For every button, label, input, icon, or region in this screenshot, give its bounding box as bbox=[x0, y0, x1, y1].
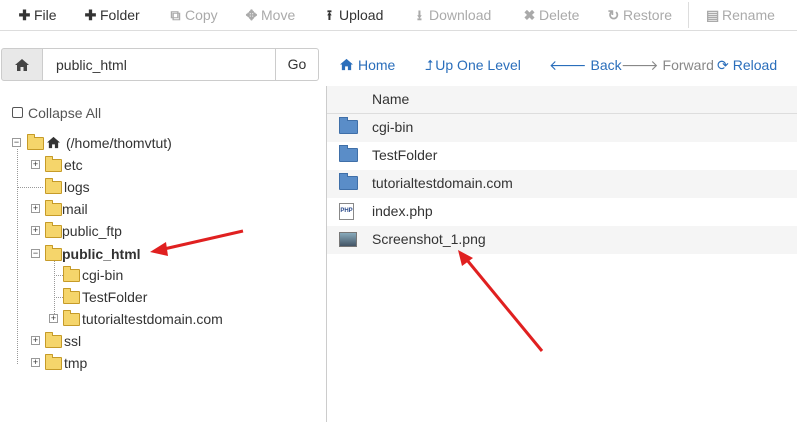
expand-toggle-icon[interactable]: + bbox=[31, 160, 40, 169]
rename-button[interactable]: ▤ Rename bbox=[706, 0, 775, 30]
restore-icon: ↻ bbox=[607, 7, 620, 23]
arrow-right-icon: 🡒 bbox=[621, 57, 659, 73]
expand-toggle-icon[interactable]: + bbox=[31, 204, 40, 213]
collapse-icon bbox=[12, 106, 23, 118]
new-folder-button[interactable]: ✚ Folder bbox=[84, 0, 140, 30]
collapse-toggle-icon[interactable]: − bbox=[12, 138, 21, 147]
folder-icon bbox=[45, 353, 65, 372]
tree-connector bbox=[54, 261, 55, 320]
file-row[interactable]: tutorialtestdomain.com bbox=[327, 170, 797, 198]
nav-forward-button[interactable]: 🡒 Forward bbox=[621, 56, 714, 74]
x-icon: ✖ bbox=[523, 7, 536, 23]
folder-icon bbox=[63, 309, 83, 328]
folder-icon bbox=[339, 173, 358, 190]
folder-icon bbox=[45, 155, 65, 174]
plus-icon: ✚ bbox=[84, 7, 97, 23]
annotation-arrow bbox=[458, 250, 544, 352]
file-row[interactable]: Screenshot_1.png bbox=[327, 226, 797, 254]
collapse-toggle-icon[interactable]: − bbox=[31, 249, 40, 258]
folder-icon bbox=[45, 331, 65, 350]
new-file-button[interactable]: ✚ File bbox=[18, 0, 57, 30]
file-list-header: Name bbox=[327, 86, 797, 114]
toolbar-divider bbox=[688, 2, 689, 28]
home-directory-button[interactable] bbox=[1, 48, 43, 81]
file-row[interactable]: cgi-bin bbox=[327, 114, 797, 142]
annotation-arrow bbox=[150, 229, 244, 256]
image-file-icon bbox=[339, 232, 357, 247]
copy-icon: ⧉ bbox=[170, 7, 181, 23]
home-icon bbox=[340, 58, 353, 71]
nav-up-one-level-button[interactable]: ⮥ Up One Level bbox=[425, 56, 521, 74]
upload-icon: ⭱ bbox=[327, 7, 332, 23]
expand-toggle-icon[interactable]: + bbox=[31, 358, 40, 367]
delete-button[interactable]: ✖ Delete bbox=[523, 0, 580, 30]
expand-toggle-icon[interactable]: + bbox=[31, 226, 40, 235]
tree-connector bbox=[54, 297, 63, 298]
download-icon: ⭳ bbox=[417, 7, 422, 23]
path-input[interactable] bbox=[43, 48, 276, 81]
name-column-header[interactable]: Name bbox=[372, 91, 409, 107]
move-icon: ✥ bbox=[245, 7, 258, 23]
collapse-all-button[interactable]: Collapse All bbox=[12, 104, 101, 122]
move-button[interactable]: ✥ Move bbox=[245, 0, 296, 30]
folder-icon bbox=[63, 265, 83, 284]
copy-button[interactable]: ⧉ Copy bbox=[169, 0, 218, 30]
tree-connector bbox=[17, 149, 18, 364]
folder-icon bbox=[45, 177, 65, 196]
folder-icon bbox=[339, 145, 358, 162]
expand-toggle-icon[interactable]: + bbox=[49, 314, 58, 323]
toolbar: ✚ File ✚ Folder ⧉ Copy ✥ Move ⭱ Upload ⭳ Downl… bbox=[0, 0, 797, 31]
tree-connector bbox=[17, 187, 43, 188]
expand-toggle-icon[interactable]: + bbox=[31, 336, 40, 345]
download-button[interactable]: ⭳ Download bbox=[413, 0, 491, 30]
upload-button[interactable]: ⭱ Upload bbox=[323, 0, 383, 30]
php-file-icon: PHP bbox=[339, 203, 354, 220]
nav-home-button[interactable]: Home bbox=[339, 56, 395, 74]
arrow-left-icon: 🡐 bbox=[549, 57, 587, 73]
folder-icon bbox=[339, 117, 358, 134]
refresh-icon: ⟳ bbox=[717, 57, 729, 73]
file-row[interactable]: TestFolder bbox=[327, 142, 797, 170]
home-icon bbox=[15, 58, 29, 71]
file-icon: ▤ bbox=[706, 7, 720, 23]
go-button[interactable]: Go bbox=[275, 48, 319, 81]
nav-back-button[interactable]: 🡐 Back bbox=[549, 56, 622, 74]
folder-icon bbox=[63, 287, 83, 306]
home-icon bbox=[47, 136, 60, 149]
restore-button[interactable]: ↻ Restore bbox=[607, 0, 672, 30]
level-up-icon: ⮥ bbox=[425, 57, 434, 73]
folder-open-icon bbox=[27, 133, 47, 152]
plus-icon: ✚ bbox=[18, 7, 31, 23]
tree-connector bbox=[54, 275, 63, 276]
file-row[interactable]: PHP index.php bbox=[327, 198, 797, 226]
nav-reload-button[interactable]: ⟳ Reload bbox=[717, 56, 777, 74]
